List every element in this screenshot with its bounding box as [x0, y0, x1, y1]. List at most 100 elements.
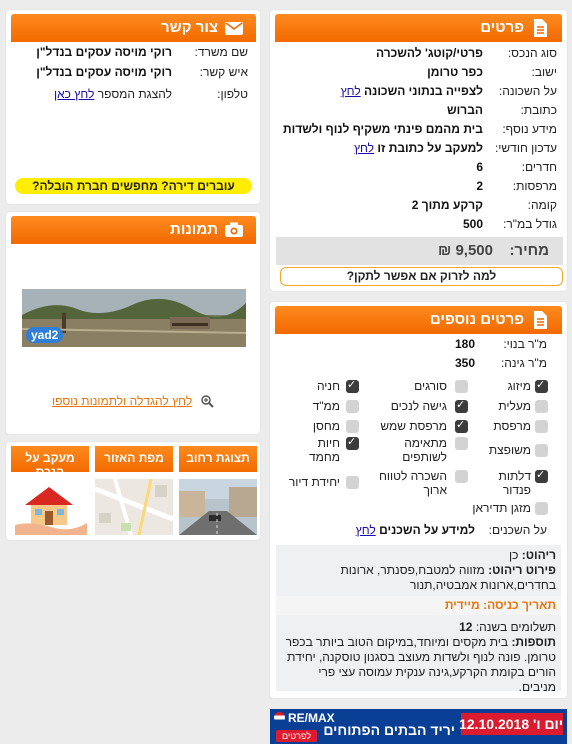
details-row: עדכון חודשי: למעקב על כתובת זו לחץ	[353, 141, 557, 155]
tab-area-map[interactable]: מפת האזור	[95, 446, 173, 472]
yad2-watermark: yad2	[26, 327, 64, 343]
feature-label: חניה	[316, 379, 340, 393]
photos-panel: תמונות yad2 לחץ להגדלה ולתמונות נוספו	[6, 212, 260, 434]
contact-panel: צור קשר שם משרד: רוקי מויסה עסקים בנדל"ן …	[6, 10, 260, 204]
details-row: מידע נוסף: בית מהמם פינתי משקיף לנוף ולשד…	[283, 122, 557, 136]
feature-checkbox-pets[interactable]	[346, 435, 359, 450]
entry-date-label: תאריך כניסה:	[483, 598, 556, 612]
price-label: מחיר:	[509, 242, 549, 259]
feature-label: מרפסת	[493, 419, 531, 433]
feature-checkbox-tadiran-ac[interactable]	[535, 502, 548, 515]
neighbors-line: על השכנים: למידע על השכנים לחץ	[278, 523, 547, 542]
feature-checkbox-long-term[interactable]	[455, 470, 468, 483]
additions-label: תוספות:	[511, 635, 556, 649]
feature-checkbox-roommates[interactable]	[455, 437, 468, 450]
area-map-thumbnail[interactable]	[95, 479, 173, 535]
feature-checkbox-parking[interactable]	[346, 378, 359, 393]
contact-header: צור קשר	[11, 14, 256, 42]
furniture-line: ריהוט: כן	[281, 548, 556, 563]
entry-date-line: תאריך כניסה: מיידית	[276, 596, 561, 615]
street-view-thumbnail[interactable]	[179, 479, 257, 535]
document-icon	[534, 19, 547, 37]
details-rows: סוג הנכס: פרטי/קוטג' להשכרה ישוב: כפר טרומ…	[278, 46, 557, 236]
feature-checkbox-renovated[interactable]	[535, 444, 548, 457]
furniture-label: ריהוט:	[521, 548, 556, 562]
details-title: פרטים	[480, 19, 524, 36]
payments-label: תשלומים בשנה:	[475, 620, 556, 634]
neighborhood-link[interactable]: לחץ	[341, 84, 361, 98]
phone-text: להצגת המספר	[97, 87, 172, 101]
feature-checkbox-balcony[interactable]	[535, 420, 548, 433]
monthly-update-info: למעקב על כתובת זו	[377, 141, 483, 155]
payments-value: 12	[459, 620, 473, 634]
feature-checkbox-storage[interactable]	[346, 420, 359, 433]
price-bar: מחיר: 9,500 ₪	[276, 237, 563, 265]
feature-label: משופצת	[488, 443, 531, 457]
feature-checkbox-ac[interactable]	[535, 378, 548, 393]
magnifier-icon[interactable]	[200, 394, 214, 408]
feature-label: מיזוג	[507, 379, 531, 393]
feature-checkbox-elevator[interactable]	[535, 400, 548, 413]
remax-banner[interactable]: יום ו' 12.10.2018 יריד הבתים הפתוחים RE/…	[270, 709, 567, 744]
furniture-value: כן	[508, 548, 519, 562]
neighbors-label: על השכנים:	[488, 523, 547, 537]
contact-row: שם משרד: רוקי מויסה עסקים בנדל"ן	[36, 45, 248, 59]
fix-instead-button[interactable]: למה לזרוק אם אפשר לתקן?	[280, 267, 563, 286]
details-row: חדרים: 6	[476, 160, 557, 174]
feature-label: חיות מחמד	[308, 436, 340, 464]
feature-label: מתאימה לשותפים	[402, 436, 447, 464]
details-row: על השכונה: לצפייה בנתוני השכונה לחץ	[340, 84, 557, 98]
furniture-detail-label: פירוט ריהוט:	[488, 563, 556, 577]
show-phone-link[interactable]: לחץ כאן	[54, 87, 94, 101]
feature-label: מרפסת שמש	[380, 419, 447, 433]
photos-header: תמונות	[11, 216, 256, 244]
feature-checkbox-housing-unit[interactable]	[346, 476, 359, 489]
feature-label: מזגן תדיראן	[472, 501, 531, 515]
additions-line: תוספות: בית מקסים ומיוחד,במיקום הטוב ביו…	[281, 635, 556, 695]
photos-title: תמונות	[170, 221, 218, 238]
furniture-detail-line: פירוט ריהוט: מזווה למטבח,פסנתר, ארונות ב…	[281, 563, 556, 593]
camera-icon	[225, 222, 243, 237]
neighbors-row: על השכנים: למידע על השכנים לחץ	[278, 523, 547, 541]
feature-checkbox-bars[interactable]	[455, 380, 468, 393]
property-photo[interactable]: yad2	[22, 289, 246, 347]
tab-property-tracking[interactable]: מעקב על הנכס	[11, 446, 89, 472]
extra-details-header: פרטים נוספים	[275, 306, 562, 334]
envelope-icon	[225, 22, 243, 35]
details-header: פרטים	[275, 14, 562, 42]
monthly-update-link[interactable]: לחץ	[354, 141, 374, 155]
feature-checkbox-safe-room[interactable]	[346, 400, 359, 413]
document-icon	[534, 311, 547, 329]
street-view-art	[179, 479, 257, 535]
contact-rows: שם משרד: רוקי מויסה עסקים בנדל"ן איש קשר:…	[12, 45, 248, 115]
contact-title: צור קשר	[161, 19, 218, 36]
payments-line: תשלומים בשנה: 12	[281, 620, 556, 635]
feature-checkbox-accessibility[interactable]	[455, 398, 468, 413]
enlarge-photos-link[interactable]: לחץ להגדלה ולתמונות נוספו	[52, 394, 192, 408]
extra-details-panel: פרטים נוספים מ"ר בנוי:180 מ"ר גינה:350 מ…	[270, 302, 567, 698]
banner-text: יריד הבתים הפתוחים	[323, 722, 455, 738]
feature-label: יחידת דיור	[288, 475, 340, 489]
feature-checkbox-sun-balcony[interactable]	[455, 418, 468, 433]
neighbors-link[interactable]: לחץ	[356, 523, 376, 537]
feature-label: ממ"ד	[312, 399, 340, 413]
tab-street-view[interactable]: תצוגת רחוב	[179, 446, 257, 472]
details-row: מרפסות: 2	[476, 179, 557, 193]
feature-label: מעלית	[498, 399, 531, 413]
neighborhood-info: לצפייה בנתוני השכונה	[364, 84, 483, 98]
contact-row: איש קשר: רוקי מויסה עסקים בנדל"ן	[36, 65, 248, 79]
details-row: כתובת: הברוש	[447, 103, 557, 117]
neighbors-info: למידע על השכנים	[379, 523, 475, 537]
banner-day: יום ו'	[533, 716, 563, 732]
phone-label: טלפון:	[217, 87, 248, 101]
details-row: קומה: קרקע מתוך 2	[411, 198, 557, 212]
balloon-icon	[274, 712, 285, 723]
property-tracking-thumbnail[interactable]	[11, 479, 89, 535]
banner-date-box: יום ו' 12.10.2018	[459, 713, 563, 735]
banner-cta-button[interactable]: לפרטים	[276, 730, 318, 742]
moving-company-button[interactable]: עוברים דירה? מחפשים חברת הובלה?	[15, 178, 252, 194]
feature-checkbox-pandor-doors[interactable]	[535, 468, 548, 483]
extra-details-title: פרטים נוספים	[429, 311, 524, 328]
feature-label: השכרה לטווח ארוך	[379, 469, 447, 497]
enlarge-row: לחץ להגדלה ולתמונות נוספו	[52, 394, 192, 408]
